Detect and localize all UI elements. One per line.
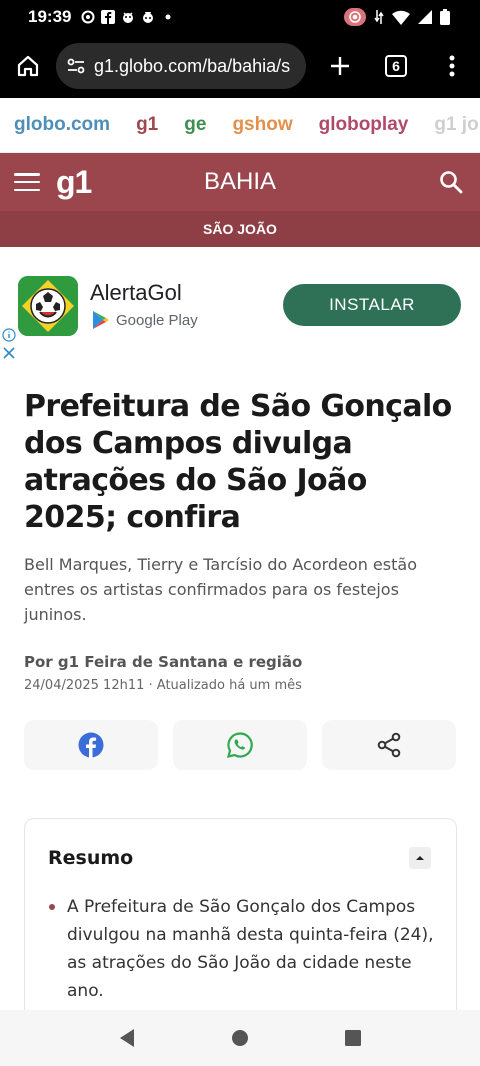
article-date: 24/04/2025 12h11 · Atualizado há um mês <box>24 678 302 693</box>
ad-app-name[interactable]: AlertaGol <box>90 280 182 306</box>
chevron-up-icon <box>416 856 424 860</box>
wifi-icon <box>392 10 410 25</box>
data-icon <box>374 10 384 24</box>
home-icon <box>17 55 39 77</box>
app-install-ad: AlertaGol Google Play INSTALAR <box>0 270 480 362</box>
facebook-icon <box>101 10 116 24</box>
menu-icon[interactable] <box>14 173 40 191</box>
globo-nav-item-gshow[interactable]: gshow <box>232 114 292 136</box>
recents-icon <box>345 1030 362 1046</box>
ad-store-badge: Google Play <box>92 310 198 330</box>
globo-network-nav: globo.com g1 ge gshow globoplay g1 jo <box>0 98 480 153</box>
system-navigation-bar <box>0 1010 480 1066</box>
ad-close-icon[interactable] <box>2 346 16 360</box>
record-icon <box>344 8 366 26</box>
globo-nav-item-globocom[interactable]: globo.com <box>14 114 110 136</box>
install-button[interactable]: INSTALAR <box>283 284 461 326</box>
summary-list: A Prefeitura de São Gonçalo dos Campos d… <box>47 893 437 1005</box>
google-play-icon <box>93 311 109 329</box>
globo-nav-item-g1-jornal[interactable]: g1 jo <box>434 114 478 136</box>
whatsapp-icon <box>226 732 253 759</box>
status-bar: 19:39 <box>0 0 480 34</box>
home-nav-button[interactable] <box>225 1023 255 1053</box>
more-vertical-icon <box>449 55 455 77</box>
summary-collapse-button[interactable] <box>409 847 431 869</box>
dot-icon <box>165 14 171 20</box>
alertagol-app-icon[interactable] <box>18 276 78 336</box>
system-icons <box>344 8 450 26</box>
app-icon <box>123 12 134 23</box>
section-label[interactable]: SÃO JOÃO <box>0 211 480 247</box>
recents-button[interactable] <box>338 1023 368 1053</box>
notification-icons <box>81 10 175 24</box>
back-icon <box>119 1029 134 1047</box>
share-more-button[interactable] <box>322 720 456 770</box>
search-icon[interactable] <box>438 169 464 195</box>
signal-icon <box>418 10 432 24</box>
ad-store-name: Google Play <box>116 311 198 329</box>
facebook-icon <box>78 732 104 758</box>
site-header: g1 BAHIA <box>0 153 480 211</box>
share-icon <box>377 732 401 758</box>
g1-logo[interactable]: g1 <box>56 164 92 201</box>
battery-icon <box>440 9 450 25</box>
summary-item: A Prefeitura de São Gonçalo dos Campos d… <box>47 893 437 1005</box>
article-subhead: Bell Marques, Tierry e Tarcísio do Acord… <box>24 555 417 624</box>
gear-icon <box>81 10 95 24</box>
app-icon <box>143 12 154 23</box>
browser-menu-button[interactable] <box>424 34 480 98</box>
globo-nav-item-globoplay[interactable]: globoplay <box>319 114 409 136</box>
globo-nav-item-g1[interactable]: g1 <box>136 114 158 136</box>
article-headline: Prefeitura de São Gonçalo dos Campos div… <box>24 389 452 535</box>
soccer-ball-icon <box>18 276 78 336</box>
ad-info-icon[interactable] <box>2 328 16 342</box>
url-text: g1.globo.com/ba/bahia/s <box>94 55 291 76</box>
browser-toolbar: g1.globo.com/ba/bahia/s 6 <box>0 34 480 98</box>
site-settings-icon[interactable] <box>66 56 86 76</box>
home-button[interactable] <box>0 34 56 98</box>
summary-title: Resumo <box>48 847 134 869</box>
tab-count: 6 <box>385 55 407 77</box>
article-byline: Por g1 Feira de Santana e região <box>24 653 303 671</box>
tab-switcher-button[interactable]: 6 <box>368 34 424 98</box>
new-tab-button[interactable] <box>312 34 368 98</box>
plus-icon <box>331 57 349 75</box>
back-button[interactable] <box>112 1023 142 1053</box>
globo-nav-item-ge[interactable]: ge <box>184 114 206 136</box>
home-circle-icon <box>231 1030 248 1046</box>
status-time: 19:39 <box>28 7 72 26</box>
share-facebook-button[interactable] <box>24 720 158 770</box>
share-bar <box>24 720 456 770</box>
address-bar[interactable]: g1.globo.com/ba/bahia/s <box>56 43 306 89</box>
share-whatsapp-button[interactable] <box>173 720 307 770</box>
